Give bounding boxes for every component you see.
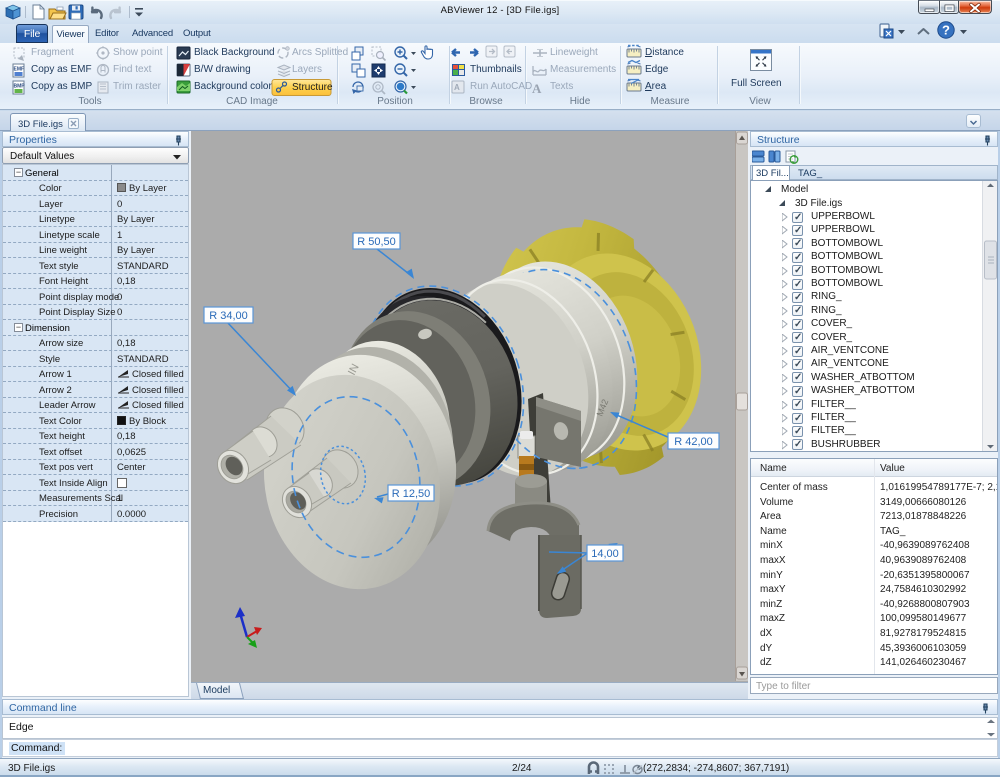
svg-text:BMP: BMP xyxy=(14,84,26,90)
svg-text:EMF: EMF xyxy=(14,67,25,73)
svg-text:R 50,50: R 50,50 xyxy=(357,236,396,248)
svg-text:?: ? xyxy=(942,23,950,38)
svg-text:A: A xyxy=(532,81,542,96)
svg-text:R 42,00: R 42,00 xyxy=(674,436,713,448)
svg-text:14,00: 14,00 xyxy=(591,548,619,560)
svg-text:R 12,50: R 12,50 xyxy=(392,488,431,500)
svg-text:R 34,00: R 34,00 xyxy=(209,310,248,322)
svg-text:A: A xyxy=(454,83,460,92)
